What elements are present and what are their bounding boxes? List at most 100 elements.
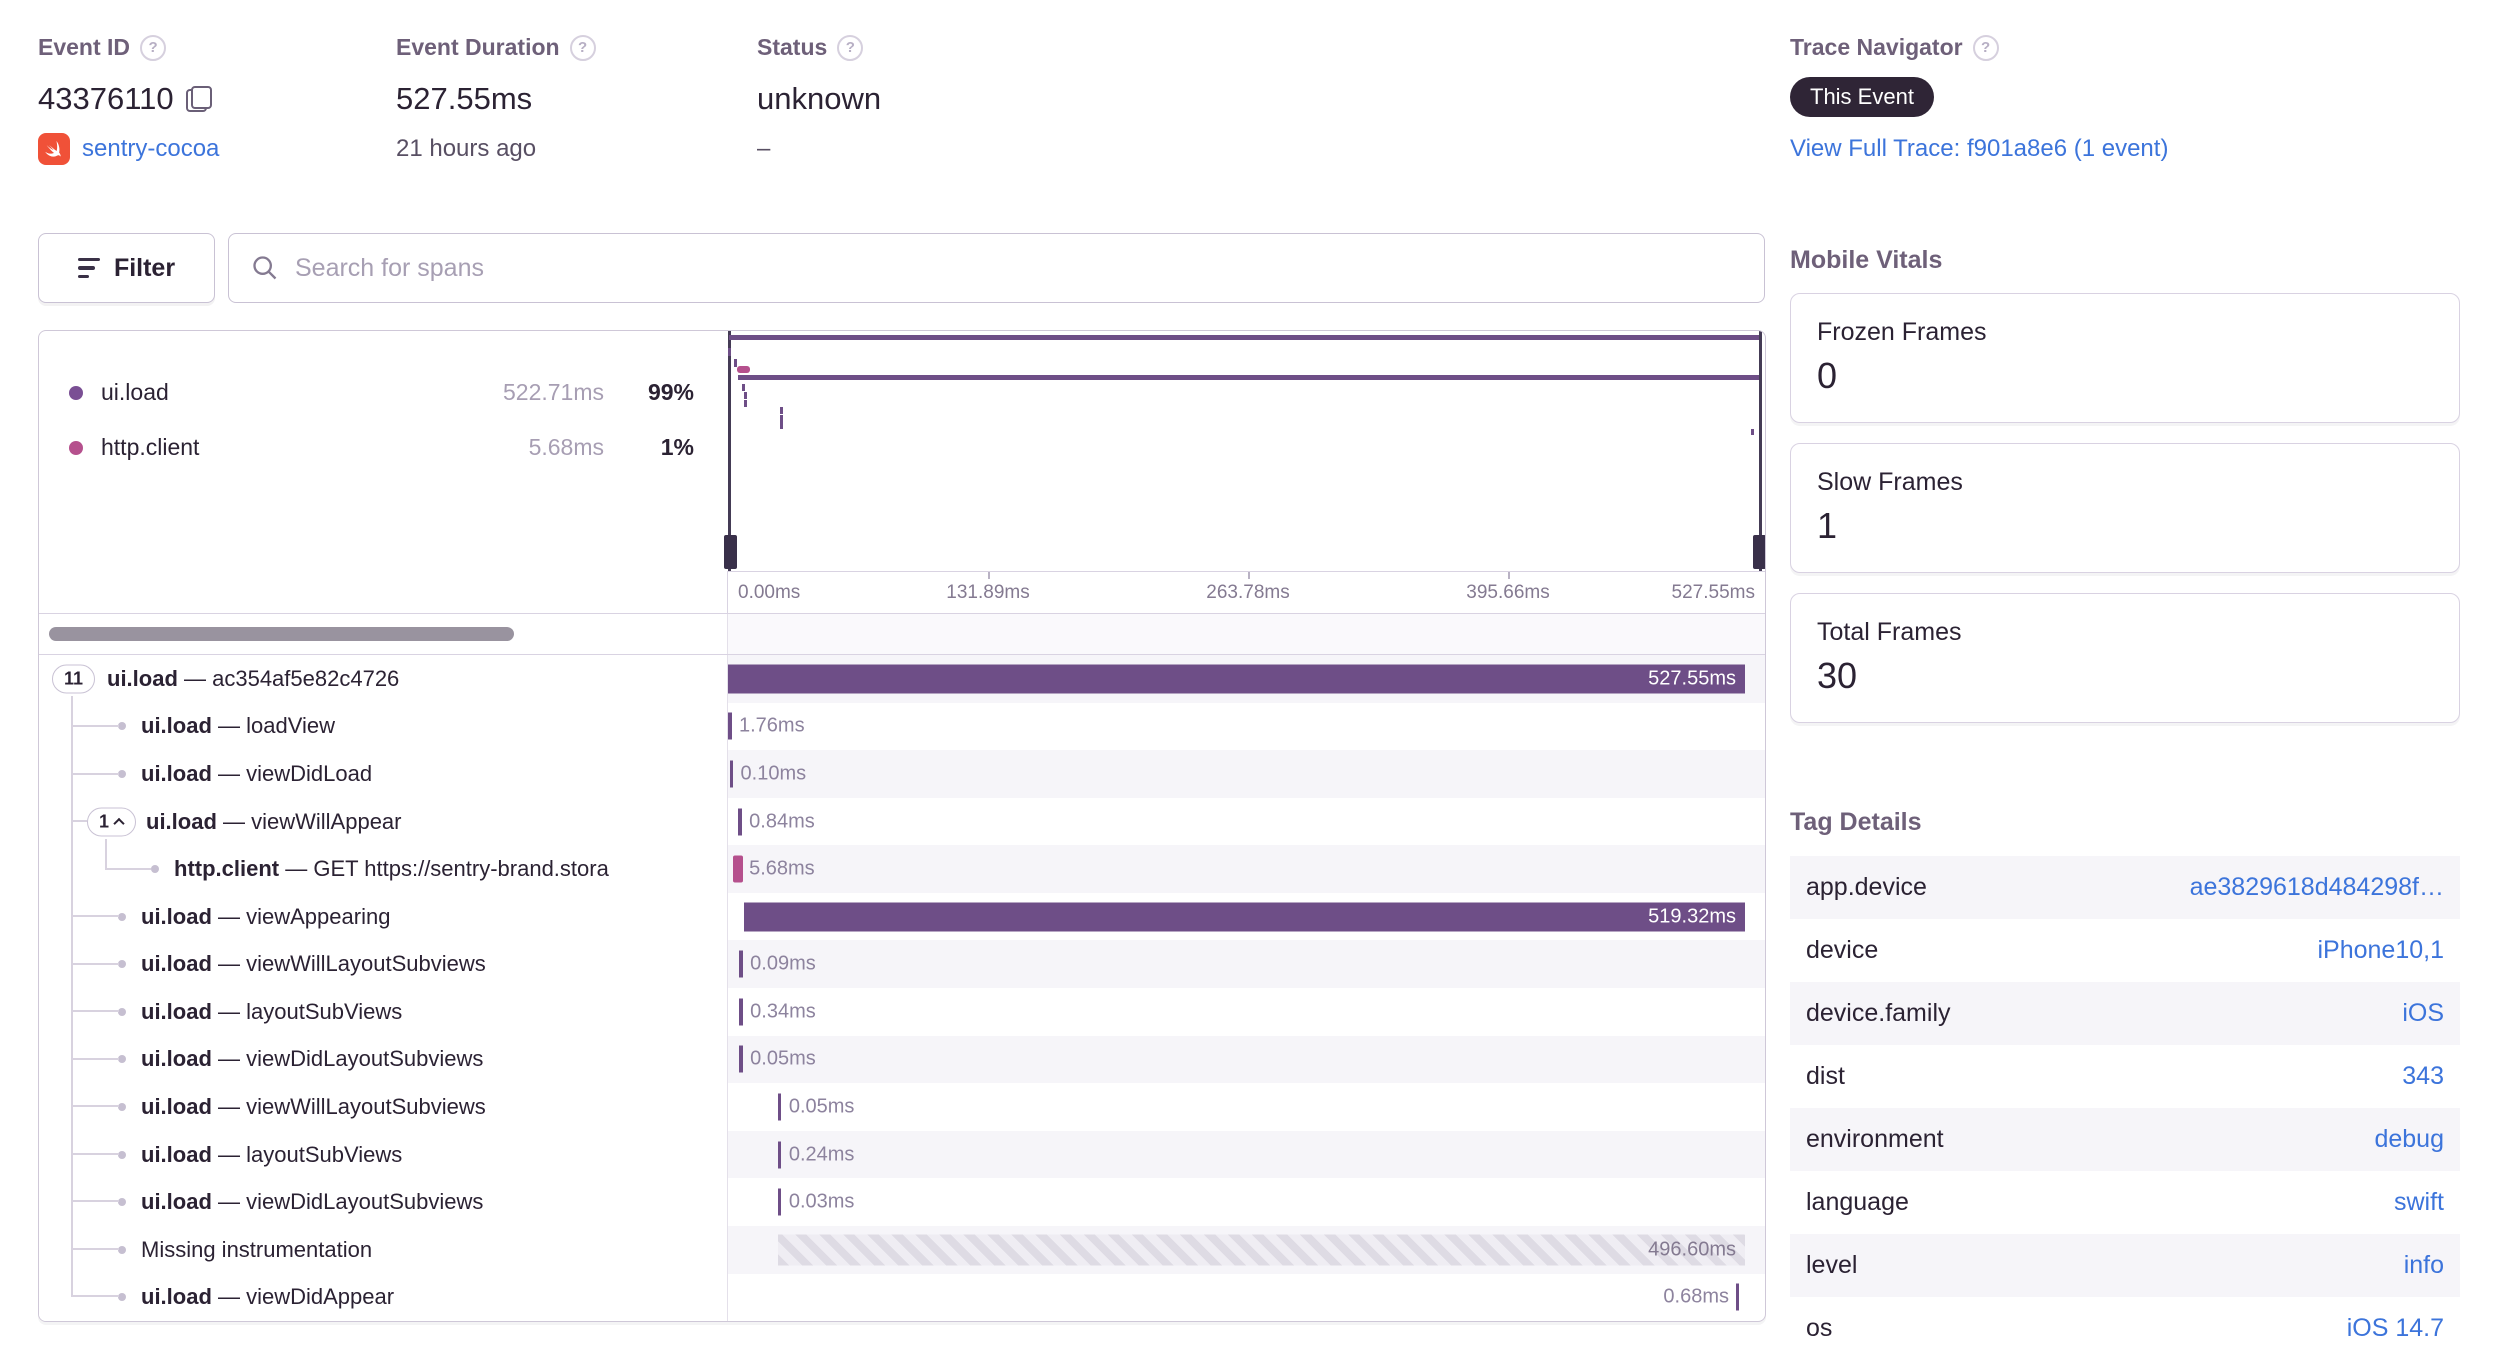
- filter-button[interactable]: Filter: [38, 233, 215, 303]
- span-duration-tick[interactable]: [739, 950, 743, 978]
- span-chart-cell[interactable]: 0.34ms: [727, 988, 1765, 1036]
- span-row[interactable]: 1 ui.load — viewWillAppear 0.84ms: [39, 797, 1765, 846]
- span-row[interactable]: ui.load — viewDidLayoutSubviews 0.05ms: [39, 1035, 1765, 1084]
- copy-icon[interactable]: [185, 86, 212, 112]
- span-chart-cell[interactable]: 496.60ms: [727, 1225, 1765, 1274]
- span-duration-bar[interactable]: 527.55ms: [728, 664, 1745, 694]
- span-row[interactable]: ui.load — layoutSubViews 0.34ms: [39, 988, 1765, 1036]
- span-tree-cell[interactable]: 11 ui.load — ac354af5e82c4726: [39, 655, 727, 703]
- span-row[interactable]: ui.load — viewDidAppear 0.68ms: [39, 1273, 1765, 1321]
- span-children-pill[interactable]: 1: [87, 807, 137, 837]
- span-chart-cell[interactable]: 0.09ms: [727, 940, 1765, 989]
- span-row[interactable]: ui.load — viewAppearing 519.32ms: [39, 892, 1765, 941]
- span-title: ui.load — viewDidLoad: [141, 760, 373, 786]
- span-duration-label: 0.05ms: [750, 1047, 816, 1070]
- span-tree-cell[interactable]: ui.load — layoutSubViews: [39, 1130, 727, 1179]
- span-tree-cell[interactable]: ui.load — viewDidLayoutSubviews: [39, 1178, 727, 1226]
- span-chart-cell[interactable]: 0.03ms: [727, 1178, 1765, 1226]
- span-node-dot: [118, 1245, 126, 1254]
- status-subvalue: –: [757, 135, 771, 162]
- trace-minimap[interactable]: [724, 331, 1765, 571]
- span-chart-cell[interactable]: 0.10ms: [727, 750, 1765, 798]
- span-row[interactable]: ui.load — viewDidLoad 0.10ms: [39, 750, 1765, 798]
- span-tree-cell[interactable]: ui.load — loadView: [39, 702, 727, 751]
- tag-value-link[interactable]: swift: [1909, 1188, 2444, 1217]
- span-row[interactable]: ui.load — viewDidLayoutSubviews 0.03ms: [39, 1178, 1765, 1226]
- span-duration-tick[interactable]: [728, 712, 732, 740]
- span-tree-cell[interactable]: ui.load — viewDidLayoutSubviews: [39, 1035, 727, 1084]
- span-duration-label: 0.03ms: [788, 1190, 855, 1213]
- span-duration-tick[interactable]: [777, 1188, 782, 1216]
- horizontal-scrollbar[interactable]: [49, 627, 514, 641]
- vital-value: 1: [1817, 505, 1838, 546]
- status-value: unknown: [757, 81, 882, 116]
- tag-value-link[interactable]: ae3829618d484298f…: [1927, 873, 2444, 902]
- minimap-left-handle[interactable]: [724, 535, 737, 569]
- span-children-pill[interactable]: 11: [52, 664, 96, 694]
- span-title: Missing instrumentation: [141, 1236, 373, 1262]
- help-icon[interactable]: ?: [1972, 34, 1999, 61]
- minimap-right-handle[interactable]: [1753, 535, 1765, 569]
- span-row[interactable]: ui.load — loadView 1.76ms: [39, 702, 1765, 751]
- span-chart-cell[interactable]: 0.05ms: [727, 1083, 1765, 1131]
- span-duration-tick[interactable]: [733, 855, 744, 883]
- tag-value-link[interactable]: info: [1857, 1251, 2444, 1280]
- span-title: ui.load — viewDidLayoutSubviews: [141, 1046, 484, 1072]
- project-link[interactable]: sentry-cocoa: [82, 135, 219, 163]
- this-event-badge[interactable]: This Event: [1790, 77, 1934, 117]
- span-chart-cell[interactable]: 5.68ms: [727, 845, 1765, 893]
- span-duration-label: 0.84ms: [749, 810, 815, 833]
- span-duration-tick[interactable]: [777, 1093, 782, 1121]
- span-row[interactable]: 11 ui.load — ac354af5e82c4726 527.55ms: [39, 655, 1765, 703]
- span-chart-cell[interactable]: 1.76ms: [727, 702, 1765, 751]
- span-chart-cell[interactable]: 519.32ms: [727, 892, 1765, 941]
- span-tree-cell[interactable]: ui.load — viewWillLayoutSubviews: [39, 1083, 727, 1131]
- span-row[interactable]: ui.load — viewWillLayoutSubviews 0.05ms: [39, 1083, 1765, 1131]
- span-chart-cell[interactable]: 0.05ms: [727, 1035, 1765, 1084]
- help-icon[interactable]: ?: [140, 34, 167, 61]
- span-title: ui.load — ac354af5e82c4726: [107, 665, 400, 691]
- span-duration-tick[interactable]: [738, 808, 742, 836]
- tag-value-link[interactable]: 343: [1845, 1062, 2444, 1091]
- span-duration-bar[interactable]: 519.32ms: [744, 902, 1745, 932]
- missing-instrumentation-bar[interactable]: 496.60ms: [777, 1234, 1745, 1266]
- span-chart-cell[interactable]: 527.55ms: [727, 655, 1765, 703]
- help-icon[interactable]: ?: [569, 34, 596, 61]
- span-tree-cell[interactable]: ui.load — viewAppearing: [39, 892, 727, 941]
- span-tree-cell[interactable]: Missing instrumentation: [39, 1225, 727, 1274]
- tag-key: level: [1806, 1251, 1858, 1279]
- span-row[interactable]: ui.load — layoutSubViews 0.24ms: [39, 1130, 1765, 1179]
- span-duration-tick[interactable]: [729, 760, 734, 788]
- span-duration-tick[interactable]: [739, 998, 743, 1026]
- span-chart-cell[interactable]: 0.24ms: [727, 1130, 1765, 1179]
- span-tree-cell[interactable]: ui.load — viewWillLayoutSubviews: [39, 940, 727, 989]
- vital-card: Total Frames 30: [1790, 593, 2460, 723]
- span-search-box[interactable]: [228, 233, 1765, 303]
- tag-value-link[interactable]: debug: [1944, 1125, 2444, 1154]
- span-row[interactable]: Missing instrumentation 496.60ms: [39, 1225, 1765, 1274]
- tag-value-link[interactable]: iOS 14.7: [1832, 1314, 2444, 1343]
- span-duration-tick[interactable]: [1735, 1283, 1739, 1311]
- span-bars-area: 0.09ms: [728, 940, 1745, 988]
- span-tree-cell[interactable]: ui.load — viewDidLoad: [39, 750, 727, 798]
- search-input[interactable]: [295, 253, 1742, 283]
- tag-value-link[interactable]: iPhone10,1: [1878, 936, 2444, 965]
- span-tree-cell[interactable]: ui.load — viewDidAppear: [39, 1273, 727, 1321]
- help-icon[interactable]: ?: [837, 34, 864, 61]
- span-chart-cell[interactable]: 0.84ms: [727, 797, 1765, 846]
- span-row[interactable]: ui.load — viewWillLayoutSubviews 0.09ms: [39, 940, 1765, 989]
- span-tree-cell[interactable]: http.client — GET https://sentry-brand.s…: [39, 845, 727, 893]
- trace-navigator-section: Trace Navigator ? This Event View Full T…: [1790, 34, 2168, 163]
- span-duration-tick[interactable]: [777, 1141, 782, 1169]
- tag-value-link[interactable]: iOS: [1951, 999, 2444, 1028]
- span-chart-cell[interactable]: 0.68ms: [727, 1273, 1765, 1321]
- span-row[interactable]: http.client — GET https://sentry-brand.s…: [39, 845, 1765, 893]
- tag-key: device.family: [1806, 999, 1951, 1027]
- span-tree-cell[interactable]: ui.load — layoutSubViews: [39, 988, 727, 1036]
- view-full-trace-link[interactable]: View Full Trace: f901a8e6 (1 event): [1790, 135, 2168, 162]
- span-tree-cell[interactable]: 1 ui.load — viewWillAppear: [39, 797, 727, 846]
- span-tree: 11 ui.load — ac354af5e82c4726 527.55ms ui.l…: [39, 655, 1765, 1321]
- span-duration-tick[interactable]: [739, 1045, 743, 1073]
- vital-card: Frozen Frames 0: [1790, 293, 2460, 423]
- tag-row: device iPhone10,1: [1790, 919, 2460, 982]
